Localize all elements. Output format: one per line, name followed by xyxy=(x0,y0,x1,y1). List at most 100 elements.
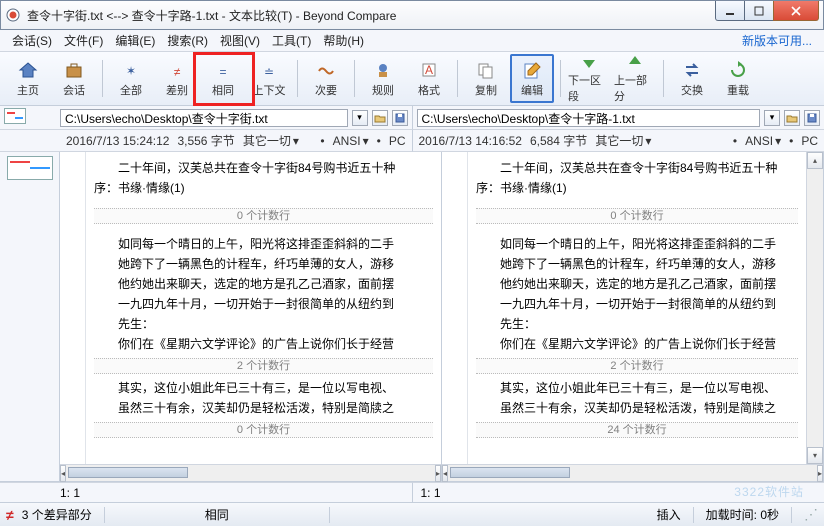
format-icon: A xyxy=(416,59,442,81)
svg-text:✶: ✶ xyxy=(126,64,136,78)
toolbar-edit[interactable]: 编辑 xyxy=(510,54,554,103)
toolbar-nextdiff[interactable]: 下一区段 xyxy=(567,54,611,103)
toolbar-label: 规则 xyxy=(372,82,394,98)
toolbar-swap[interactable]: 交换 xyxy=(670,54,714,103)
left-path-input[interactable]: C:\Users\echo\Desktop\查令十字街.txt xyxy=(60,109,348,127)
menu-search[interactable]: 搜索(R) xyxy=(161,30,214,51)
new-version-link[interactable]: 新版本可用... xyxy=(742,32,818,49)
left-path-dropdown[interactable]: ▾ xyxy=(352,110,368,126)
right-hscroll[interactable]: ◂▸ xyxy=(442,464,823,481)
left-gutter[interactable] xyxy=(60,152,86,464)
fold-line[interactable]: 0 个计数行 xyxy=(94,208,433,224)
toolbar-label: 复制 xyxy=(475,82,497,98)
left-size: 3,556 字节 xyxy=(177,132,234,149)
toolbar-copy[interactable]: 复制 xyxy=(464,54,508,103)
menu-file[interactable]: 文件(F) xyxy=(58,30,109,51)
maximize-button[interactable] xyxy=(744,1,774,21)
right-other-dropdown[interactable]: 其它一切 ▾ xyxy=(595,132,651,149)
right-cursor-pos: 1: 1 xyxy=(421,486,441,500)
right-encoding-dropdown[interactable]: ANSI ▾ xyxy=(745,134,781,148)
right-path-dropdown[interactable]: ▾ xyxy=(764,110,780,126)
context-icon: ≐ xyxy=(256,59,282,81)
resize-grip[interactable]: ⋰ xyxy=(804,506,818,523)
eq-icon: = xyxy=(210,59,236,81)
app-icon xyxy=(5,7,21,23)
compare-area: 二十年间，汉芙总共在查令十字街84号购书近五十种序：书缘·情缘(1)0 个计数行… xyxy=(0,152,824,482)
down-icon xyxy=(576,53,602,71)
menu-edit[interactable]: 编辑(E) xyxy=(109,30,161,51)
toolbar-label: 下一区段 xyxy=(568,72,610,104)
right-os-dropdown[interactable]: PC xyxy=(801,134,818,148)
toolbar-format[interactable]: A 格式 xyxy=(407,54,451,103)
toolbar: 主页会话✶全部≠差别=相同≐上下文次要规则A格式复制编辑下一区段上一部分交换重载 xyxy=(0,52,824,106)
svg-text:=: = xyxy=(219,65,226,79)
menu-session[interactable]: 会话(S) xyxy=(6,30,58,51)
left-save-button[interactable] xyxy=(392,110,408,126)
toolbar-same[interactable]: =相同 xyxy=(201,54,245,103)
toolbar-label: 格式 xyxy=(418,82,440,98)
right-text[interactable]: 二十年间，汉芙总共在查令十字街84号购书近五十种序：书缘·情缘(1)0 个计数行… xyxy=(468,152,806,464)
toolbar-label: 会话 xyxy=(63,82,85,98)
toolbar-label: 重载 xyxy=(727,82,749,98)
left-other-dropdown[interactable]: 其它一切 ▾ xyxy=(243,132,299,149)
overview-thumb[interactable] xyxy=(7,156,53,180)
toolbar-context[interactable]: ≐上下文 xyxy=(247,54,291,103)
left-thumbnail-icon[interactable] xyxy=(4,108,26,124)
toolbar-reload[interactable]: 重载 xyxy=(716,54,760,103)
left-os-dropdown[interactable]: PC xyxy=(389,134,406,148)
right-save-button[interactable] xyxy=(804,110,820,126)
fold-line[interactable]: 0 个计数行 xyxy=(94,422,433,438)
right-open-button[interactable] xyxy=(784,110,800,126)
left-open-button[interactable] xyxy=(372,110,388,126)
right-gutter[interactable] xyxy=(442,152,468,464)
home-icon xyxy=(15,59,41,81)
window-title: 查令十字街.txt <--> 查令十字路-1.txt - 文本比较(T) - B… xyxy=(27,7,716,24)
toolbar-rules[interactable]: 规则 xyxy=(361,54,405,103)
toolbar-label: 编辑 xyxy=(521,82,543,98)
right-size: 6,584 字节 xyxy=(530,132,587,149)
toolbar-label: 主页 xyxy=(17,82,39,98)
path-row: C:\Users\echo\Desktop\查令十字街.txt ▾ C:\Use… xyxy=(0,106,824,130)
fold-line[interactable]: 2 个计数行 xyxy=(94,358,433,374)
reload-icon xyxy=(725,59,751,81)
toolbar-label: 上下文 xyxy=(253,82,286,98)
close-button[interactable] xyxy=(773,1,819,21)
status-center: 相同 xyxy=(117,506,317,523)
toolbar-label: 次要 xyxy=(315,82,337,98)
left-hscroll[interactable]: ◂▸ xyxy=(60,464,441,481)
titlebar: 查令十字街.txt <--> 查令十字路-1.txt - 文本比较(T) - B… xyxy=(0,0,824,30)
neq-icon: ≠ xyxy=(164,59,190,81)
left-encoding-dropdown[interactable]: ANSI ▾ xyxy=(333,134,369,148)
fold-line[interactable]: 24 个计数行 xyxy=(476,422,798,438)
toolbar-prevdiff[interactable]: 上一部分 xyxy=(613,54,657,103)
briefcase-icon xyxy=(61,59,87,81)
status-insert: 插入 xyxy=(657,506,681,523)
overview-column[interactable] xyxy=(0,152,60,481)
toolbar-home[interactable]: 主页 xyxy=(6,54,50,103)
left-text[interactable]: 二十年间，汉芙总共在查令十字街84号购书近五十种序：书缘·情缘(1)0 个计数行… xyxy=(86,152,441,464)
minimize-button[interactable] xyxy=(715,1,745,21)
fold-line[interactable]: 0 个计数行 xyxy=(476,208,798,224)
left-pane: 二十年间，汉芙总共在查令十字街84号购书近五十种序：书缘·情缘(1)0 个计数行… xyxy=(60,152,442,481)
right-path-input[interactable]: C:\Users\echo\Desktop\查令十字路-1.txt xyxy=(417,109,761,127)
right-vscroll[interactable]: ▴▾ xyxy=(806,152,823,464)
toolbar-label: 全部 xyxy=(120,82,142,98)
toolbar-all[interactable]: ✶ 全部 xyxy=(109,54,153,103)
right-pane: 二十年间，汉芙总共在查令十字街84号购书近五十种序：书缘·情缘(1)0 个计数行… xyxy=(442,152,824,481)
menu-help[interactable]: 帮助(H) xyxy=(317,30,370,51)
up-icon xyxy=(622,53,648,71)
toolbar-minor[interactable]: 次要 xyxy=(304,54,348,103)
svg-text:A: A xyxy=(425,63,433,77)
copy-icon xyxy=(473,59,499,81)
neq-icon: ≠ xyxy=(6,507,14,523)
toolbar-label: 交换 xyxy=(681,82,703,98)
toolbar-label: 差别 xyxy=(166,82,188,98)
left-date: 2016/7/13 15:24:12 xyxy=(66,134,169,148)
edit-icon xyxy=(519,59,545,81)
wave-icon xyxy=(313,59,339,81)
toolbar-session[interactable]: 会话 xyxy=(52,54,96,103)
toolbar-diff[interactable]: ≠差别 xyxy=(155,54,199,103)
fold-line[interactable]: 2 个计数行 xyxy=(476,358,798,374)
menu-tools[interactable]: 工具(T) xyxy=(266,30,317,51)
menu-view[interactable]: 视图(V) xyxy=(214,30,266,51)
